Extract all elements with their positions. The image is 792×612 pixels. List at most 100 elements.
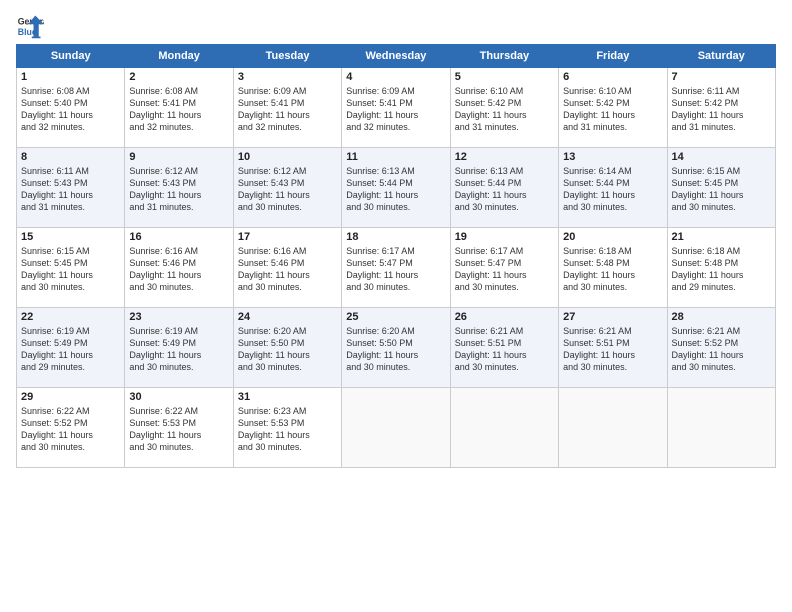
calendar-week-row: 15Sunrise: 6:15 AMSunset: 5:45 PMDayligh… [17, 228, 776, 308]
cell-info: Sunrise: 6:16 AMSunset: 5:46 PMDaylight:… [129, 245, 228, 294]
calendar-cell: 31 Sunrise: 6:23 AMSunset: 5:53 PMDayligh… [233, 388, 341, 468]
day-number: 20 [563, 231, 662, 243]
page-header: General Blue [16, 12, 776, 40]
day-number: 13 [563, 151, 662, 163]
day-header-sunday: Sunday [17, 45, 125, 68]
day-header-friday: Friday [559, 45, 667, 68]
cell-info: Sunrise: 6:10 AMSunset: 5:42 PMDaylight:… [455, 85, 554, 134]
day-header-wednesday: Wednesday [342, 45, 450, 68]
cell-info: Sunrise: 6:19 AMSunset: 5:49 PMDaylight:… [129, 325, 228, 374]
day-number: 5 [455, 71, 554, 83]
calendar-cell: 26Sunrise: 6:21 AMSunset: 5:51 PMDayligh… [450, 308, 558, 388]
calendar-cell: 2 Sunrise: 6:08 AMSunset: 5:41 PMDaylight… [125, 68, 233, 148]
cell-info: Sunrise: 6:12 AMSunset: 5:43 PMDaylight:… [129, 165, 228, 214]
day-number: 3 [238, 71, 337, 83]
calendar-cell: 13 Sunrise: 6:14 AMSunset: 5:44 PMDayligh… [559, 148, 667, 228]
cell-info: Sunrise: 6:09 AMSunset: 5:41 PMDaylight:… [346, 85, 445, 134]
day-number: 28 [672, 311, 771, 323]
day-number: 1 [21, 71, 120, 83]
day-number: 14 [672, 151, 771, 163]
calendar-cell: 14 Sunrise: 6:15 AMSunset: 5:45 PMDayligh… [667, 148, 775, 228]
cell-info: Sunrise: 6:15 AMSunset: 5:45 PMDaylight:… [672, 165, 771, 214]
day-number: 30 [129, 391, 228, 403]
calendar-page: General Blue SundayMondayTuesdayWednesda… [0, 0, 792, 612]
day-number: 16 [129, 231, 228, 243]
day-number: 31 [238, 391, 337, 403]
cell-info: Sunrise: 6:19 AMSunset: 5:49 PMDaylight:… [21, 325, 120, 374]
calendar-cell: 25 Sunrise: 6:20 AMSunset: 5:50 PMDayligh… [342, 308, 450, 388]
cell-info: Sunrise: 6:20 AMSunset: 5:50 PMDaylight:… [346, 325, 445, 374]
calendar-cell: 7Sunrise: 6:11 AMSunset: 5:42 PMDaylight… [667, 68, 775, 148]
day-number: 18 [346, 231, 445, 243]
day-number: 23 [129, 311, 228, 323]
day-number: 17 [238, 231, 337, 243]
cell-info: Sunrise: 6:12 AMSunset: 5:43 PMDaylight:… [238, 165, 337, 214]
day-number: 8 [21, 151, 120, 163]
calendar-cell: 9 Sunrise: 6:12 AMSunset: 5:43 PMDaylight… [125, 148, 233, 228]
calendar-week-row: 29Sunrise: 6:22 AMSunset: 5:52 PMDayligh… [17, 388, 776, 468]
calendar-cell: 11 Sunrise: 6:13 AMSunset: 5:44 PMDayligh… [342, 148, 450, 228]
day-header-tuesday: Tuesday [233, 45, 341, 68]
calendar-cell: 17 Sunrise: 6:16 AMSunset: 5:46 PMDayligh… [233, 228, 341, 308]
calendar-table: SundayMondayTuesdayWednesdayThursdayFrid… [16, 44, 776, 468]
day-number: 12 [455, 151, 554, 163]
calendar-cell: 21 Sunrise: 6:18 AMSunset: 5:48 PMDayligh… [667, 228, 775, 308]
day-number: 9 [129, 151, 228, 163]
cell-info: Sunrise: 6:14 AMSunset: 5:44 PMDaylight:… [563, 165, 662, 214]
cell-info: Sunrise: 6:13 AMSunset: 5:44 PMDaylight:… [346, 165, 445, 214]
calendar-cell [667, 388, 775, 468]
cell-info: Sunrise: 6:21 AMSunset: 5:52 PMDaylight:… [672, 325, 771, 374]
day-number: 19 [455, 231, 554, 243]
cell-info: Sunrise: 6:17 AMSunset: 5:47 PMDaylight:… [455, 245, 554, 294]
logo-icon: General Blue [16, 12, 44, 40]
day-number: 2 [129, 71, 228, 83]
cell-info: Sunrise: 6:08 AMSunset: 5:41 PMDaylight:… [129, 85, 228, 134]
calendar-cell: 5 Sunrise: 6:10 AMSunset: 5:42 PMDaylight… [450, 68, 558, 148]
day-number: 21 [672, 231, 771, 243]
calendar-cell: 28 Sunrise: 6:21 AMSunset: 5:52 PMDayligh… [667, 308, 775, 388]
calendar-cell: 16 Sunrise: 6:16 AMSunset: 5:46 PMDayligh… [125, 228, 233, 308]
cell-info: Sunrise: 6:11 AMSunset: 5:42 PMDaylight:… [672, 85, 771, 134]
calendar-cell: 23 Sunrise: 6:19 AMSunset: 5:49 PMDayligh… [125, 308, 233, 388]
calendar-cell: 30 Sunrise: 6:22 AMSunset: 5:53 PMDayligh… [125, 388, 233, 468]
calendar-cell: 18Sunrise: 6:17 AMSunset: 5:47 PMDayligh… [342, 228, 450, 308]
calendar-week-row: 22Sunrise: 6:19 AMSunset: 5:49 PMDayligh… [17, 308, 776, 388]
calendar-cell: 8 Sunrise: 6:11 AMSunset: 5:43 PMDaylight… [17, 148, 125, 228]
cell-info: Sunrise: 6:22 AMSunset: 5:53 PMDaylight:… [129, 405, 228, 454]
calendar-header-row: SundayMondayTuesdayWednesdayThursdayFrid… [17, 45, 776, 68]
calendar-cell: 1 Sunrise: 6:08 AMSunset: 5:40 PMDaylight… [17, 68, 125, 148]
day-number: 27 [563, 311, 662, 323]
day-number: 6 [563, 71, 662, 83]
cell-info: Sunrise: 6:08 AMSunset: 5:40 PMDaylight:… [21, 85, 120, 134]
cell-info: Sunrise: 6:13 AMSunset: 5:44 PMDaylight:… [455, 165, 554, 214]
calendar-cell: 15Sunrise: 6:15 AMSunset: 5:45 PMDayligh… [17, 228, 125, 308]
cell-info: Sunrise: 6:09 AMSunset: 5:41 PMDaylight:… [238, 85, 337, 134]
calendar-cell: 27Sunrise: 6:21 AMSunset: 5:51 PMDayligh… [559, 308, 667, 388]
cell-info: Sunrise: 6:18 AMSunset: 5:48 PMDaylight:… [563, 245, 662, 294]
cell-info: Sunrise: 6:18 AMSunset: 5:48 PMDaylight:… [672, 245, 771, 294]
day-number: 4 [346, 71, 445, 83]
cell-info: Sunrise: 6:15 AMSunset: 5:45 PMDaylight:… [21, 245, 120, 294]
calendar-cell: 29Sunrise: 6:22 AMSunset: 5:52 PMDayligh… [17, 388, 125, 468]
calendar-cell: 3 Sunrise: 6:09 AMSunset: 5:41 PMDaylight… [233, 68, 341, 148]
calendar-cell [342, 388, 450, 468]
cell-info: Sunrise: 6:16 AMSunset: 5:46 PMDaylight:… [238, 245, 337, 294]
day-number: 26 [455, 311, 554, 323]
cell-info: Sunrise: 6:20 AMSunset: 5:50 PMDaylight:… [238, 325, 337, 374]
logo: General Blue [16, 12, 48, 40]
cell-info: Sunrise: 6:11 AMSunset: 5:43 PMDaylight:… [21, 165, 120, 214]
calendar-cell: 24Sunrise: 6:20 AMSunset: 5:50 PMDayligh… [233, 308, 341, 388]
calendar-cell: 12 Sunrise: 6:13 AMSunset: 5:44 PMDayligh… [450, 148, 558, 228]
cell-info: Sunrise: 6:23 AMSunset: 5:53 PMDaylight:… [238, 405, 337, 454]
cell-info: Sunrise: 6:10 AMSunset: 5:42 PMDaylight:… [563, 85, 662, 134]
day-number: 10 [238, 151, 337, 163]
calendar-week-row: 1 Sunrise: 6:08 AMSunset: 5:40 PMDaylight… [17, 68, 776, 148]
day-header-thursday: Thursday [450, 45, 558, 68]
calendar-cell: 6 Sunrise: 6:10 AMSunset: 5:42 PMDaylight… [559, 68, 667, 148]
day-number: 29 [21, 391, 120, 403]
day-number: 11 [346, 151, 445, 163]
calendar-cell [559, 388, 667, 468]
day-number: 25 [346, 311, 445, 323]
day-header-saturday: Saturday [667, 45, 775, 68]
calendar-week-row: 8 Sunrise: 6:11 AMSunset: 5:43 PMDaylight… [17, 148, 776, 228]
